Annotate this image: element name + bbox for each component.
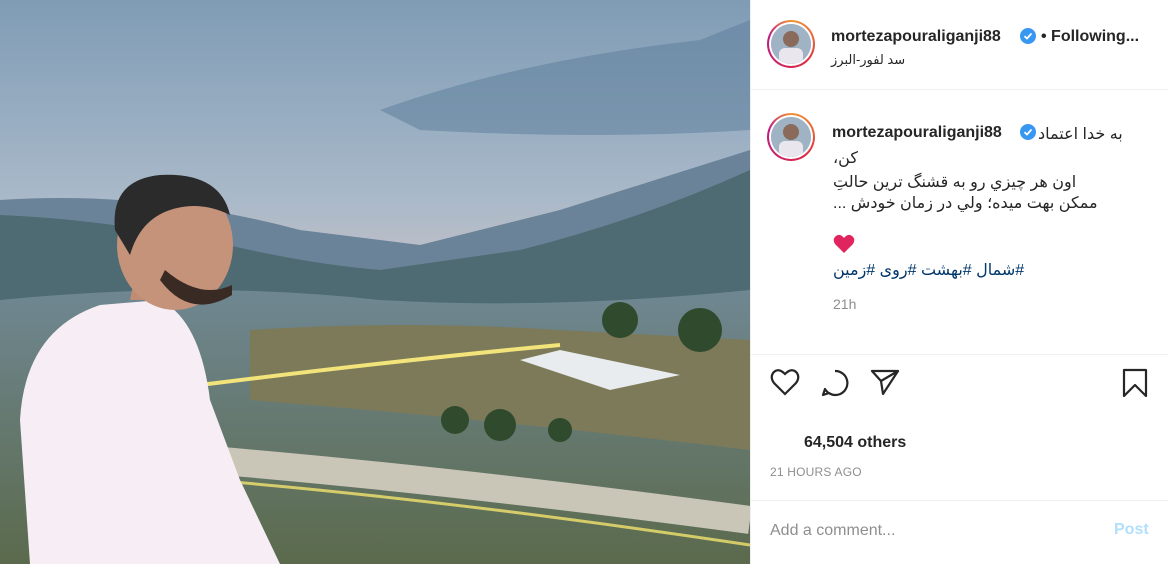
red-heart-emoji — [833, 234, 855, 259]
caption-time: 21h — [833, 296, 857, 312]
share-button[interactable] — [870, 368, 900, 401]
caption-verified-badge-icon — [1020, 124, 1036, 145]
paper-plane-icon — [870, 369, 900, 396]
caption-line-1: به خدا اعتماد — [1038, 126, 1123, 143]
comment-bubble-icon — [821, 369, 849, 397]
save-button[interactable] — [1122, 368, 1148, 403]
caption-avatar[interactable] — [767, 113, 815, 161]
avatar[interactable] — [767, 20, 815, 68]
post-header: mortezapouraliganji88 • Following... سد … — [751, 0, 1168, 90]
caption-line-2: کن، — [833, 150, 858, 167]
post-comment-button[interactable]: Post — [1114, 521, 1149, 539]
caption-hashtags[interactable]: #شمال #بهشت #روی #زمین — [833, 260, 1024, 280]
caption-line-4: ممکن بهت ميده؛ ولي در زمان خودش ... — [833, 195, 1098, 212]
post-photo[interactable] — [0, 0, 750, 564]
post-image — [0, 0, 750, 564]
bookmark-icon — [1122, 368, 1148, 398]
following-button[interactable]: • Following... — [1041, 28, 1139, 46]
verified-badge-icon — [1020, 28, 1036, 49]
header-username[interactable]: mortezapouraliganji88 — [831, 28, 1001, 46]
post-date: 21 HOURS AGO — [770, 465, 862, 479]
location-link[interactable]: سد لفور-البرز — [831, 52, 905, 68]
like-button[interactable] — [770, 368, 800, 401]
heart-outline-icon — [770, 369, 800, 396]
caption-line-3: اون هر چیزي رو به قشنگ ترين حالتِ — [833, 174, 1077, 191]
post-side-panel: mortezapouraliganji88 • Following... سد … — [750, 0, 1168, 564]
caption-username[interactable]: mortezapouraliganji88 — [832, 124, 1002, 142]
action-bar — [750, 354, 1168, 414]
comment-input[interactable] — [770, 520, 1090, 542]
likes-count[interactable]: 64,504 others — [804, 434, 906, 452]
comment-button[interactable] — [820, 368, 850, 403]
